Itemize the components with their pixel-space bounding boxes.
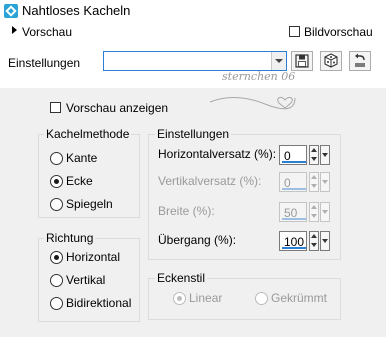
radio-ecke-label: Ecke xyxy=(66,174,93,188)
app-icon xyxy=(4,4,18,18)
einstellungen-label: Einstellungen xyxy=(8,56,81,70)
radio-bidirektional[interactable] xyxy=(50,297,63,310)
vertikalversatz-dropdown[interactable] xyxy=(320,172,330,192)
eckenstil-title: Eckenstil xyxy=(155,271,208,285)
uebergang-updown[interactable] xyxy=(309,231,319,251)
horizontalversatz-dropdown[interactable] xyxy=(320,145,330,165)
radio-horizontal-label: Horizontal xyxy=(66,250,121,264)
horizontalversatz-updown[interactable] xyxy=(309,145,319,165)
expand-triangle-icon[interactable] xyxy=(12,26,17,34)
vertikalversatz-updown[interactable] xyxy=(309,172,319,192)
radio-kante-label: Kante xyxy=(66,151,98,165)
preview-toggle[interactable]: Vorschau xyxy=(22,25,72,39)
radio-gekruemmt-label: Gekrümmt xyxy=(271,291,328,305)
uebergang-dropdown[interactable] xyxy=(320,231,330,251)
preset-dropdown-button[interactable] xyxy=(271,52,286,70)
radio-ecke[interactable] xyxy=(50,175,63,188)
preset-combo[interactable] xyxy=(103,51,287,71)
reset-arrow-icon xyxy=(355,53,365,67)
radio-spiegeln-label: Spiegeln xyxy=(66,197,113,211)
einstellungen-title: Einstellungen xyxy=(155,127,232,141)
radio-bidirektional-label: Bidirektional xyxy=(66,296,132,310)
horizontalversatz-spinner[interactable]: 0 xyxy=(279,145,330,165)
uebergang-label: Übergang (%): xyxy=(158,233,237,247)
radio-kante[interactable] xyxy=(50,152,63,165)
window-title: Nahtloses Kacheln xyxy=(22,3,131,18)
watermark-heart-icon xyxy=(209,96,296,110)
save-icon xyxy=(295,54,309,68)
reset-button[interactable] xyxy=(349,51,371,71)
watermark: sternchen 06 xyxy=(222,70,296,83)
bildvorschau-label: Bildvorschau xyxy=(304,25,373,39)
horizontalversatz-label: Horizontalversatz (%): xyxy=(158,147,277,161)
radio-vertikal-label: Vertikal xyxy=(66,273,106,287)
bildvorschau-checkbox[interactable] xyxy=(289,26,300,37)
radio-horizontal[interactable] xyxy=(50,251,63,264)
radio-spiegeln[interactable] xyxy=(50,198,63,211)
radio-vertikal[interactable] xyxy=(50,274,63,287)
uebergang-spinner[interactable]: 100 xyxy=(279,231,330,251)
vorschau-anzeigen-checkbox[interactable] xyxy=(50,102,61,113)
vertikalversatz-spinner[interactable]: 0 xyxy=(279,172,330,192)
breite-updown[interactable] xyxy=(309,202,319,222)
vertikalversatz-label: Vertikalversatz (%): xyxy=(158,174,262,188)
save-preset-button[interactable] xyxy=(291,51,313,71)
breite-spinner[interactable]: 50 xyxy=(279,202,330,222)
radio-linear-label: Linear xyxy=(189,291,223,305)
vorschau-anzeigen-label: Vorschau anzeigen xyxy=(66,101,169,115)
dice-icon xyxy=(324,53,338,68)
breite-label: Breite (%): xyxy=(158,204,215,218)
random-settings-button[interactable] xyxy=(320,51,342,71)
radio-linear[interactable] xyxy=(173,292,186,305)
kachelmethode-title: Kachelmethode xyxy=(44,127,132,141)
radio-gekruemmt[interactable] xyxy=(255,292,268,305)
richtung-title: Richtung xyxy=(44,231,96,245)
breite-dropdown[interactable] xyxy=(320,202,330,222)
